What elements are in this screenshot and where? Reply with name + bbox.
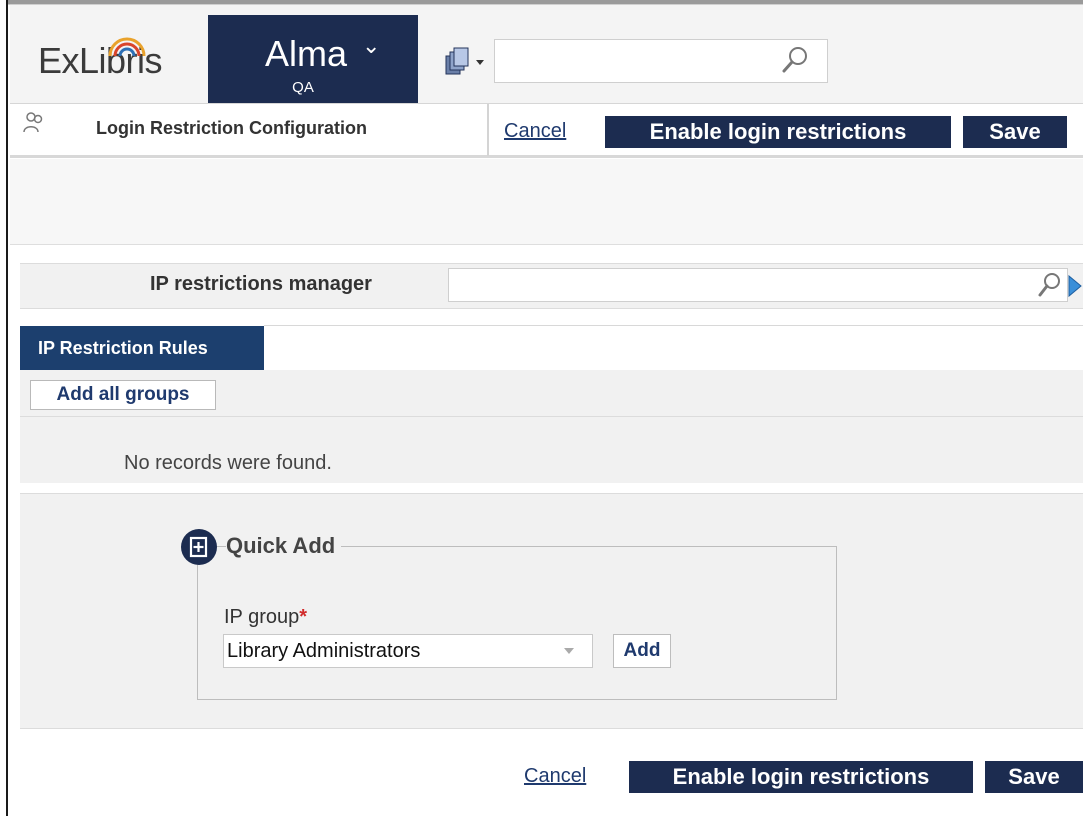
save-button[interactable]: Save: [985, 761, 1083, 793]
ip-group-label-text: IP group: [224, 606, 300, 628]
users-icon: [23, 112, 43, 133]
page-title: Login Restriction Configuration: [96, 118, 367, 138]
quick-add-title: Quick Add: [226, 533, 342, 559]
divider: [20, 416, 1083, 417]
search-icon[interactable]: [780, 44, 810, 76]
ip-restrictions-manager-label: IP restrictions manager: [150, 273, 372, 295]
cancel-link[interactable]: Cancel: [504, 120, 566, 143]
add-all-groups-button[interactable]: Add all groups: [30, 380, 216, 410]
required-marker: *: [299, 606, 308, 628]
divider: [487, 104, 489, 156]
empty-message: No records were found.: [124, 452, 332, 474]
go-arrow-icon[interactable]: [1066, 274, 1083, 298]
environment-label: QA: [292, 79, 314, 96]
search-input[interactable]: [494, 39, 828, 83]
chevron-down-icon[interactable]: [562, 645, 576, 657]
search-type-icon[interactable]: [444, 47, 488, 77]
add-button[interactable]: Add: [613, 634, 671, 668]
message-area: [10, 159, 1083, 245]
ip-group-label: IP group*: [224, 606, 307, 629]
enable-login-restrictions-button[interactable]: Enable login restrictions: [605, 116, 951, 148]
quick-add-icon: [181, 529, 217, 565]
tab-baseline: [264, 325, 1083, 326]
ip-restrictions-manager-input[interactable]: [448, 268, 1068, 302]
enable-login-restrictions-button[interactable]: Enable login restrictions: [629, 761, 973, 793]
ip-group-selected-value: Library Administrators: [227, 640, 421, 662]
search-icon[interactable]: [1036, 271, 1062, 299]
tab-ip-restriction-rules[interactable]: IP Restriction Rules: [20, 326, 264, 370]
save-button[interactable]: Save: [963, 116, 1067, 148]
logo-arc-icon: [108, 37, 146, 57]
window-left-border: [0, 0, 8, 816]
app-switcher[interactable]: Alma ⌄ QA: [208, 15, 418, 103]
chevron-down-icon: ⌄: [362, 33, 381, 58]
cancel-link[interactable]: Cancel: [524, 765, 586, 788]
